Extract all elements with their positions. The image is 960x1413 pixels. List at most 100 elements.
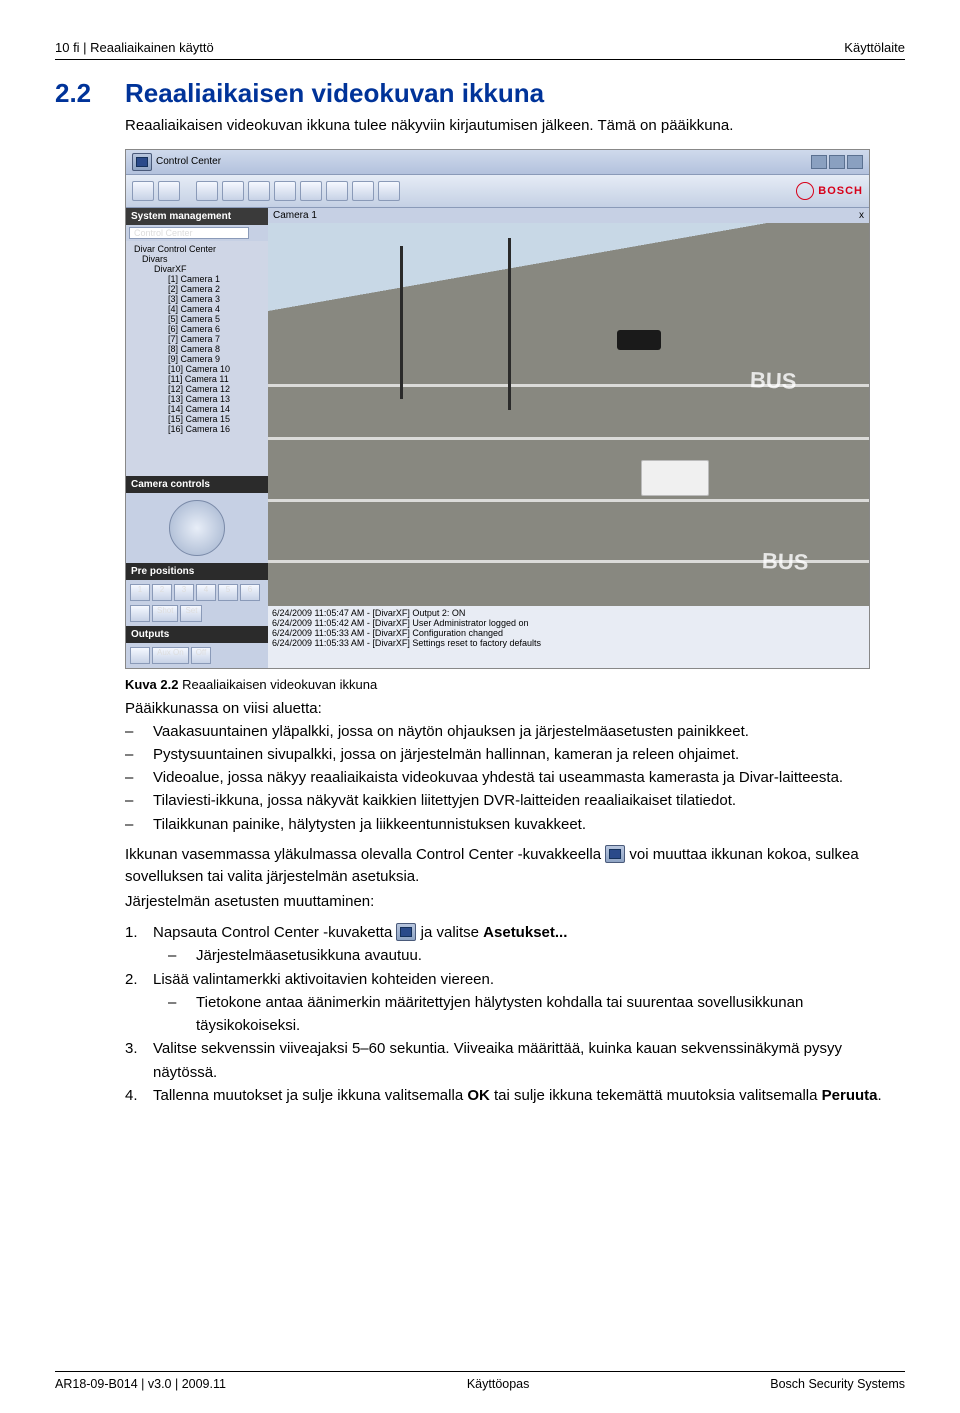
step-4: Tallenna muutokset ja sulje ikkuna valit… — [153, 1084, 882, 1107]
window-titlebar: Control Center — [126, 150, 869, 175]
toolbar-button[interactable] — [300, 181, 322, 201]
toolbar-button[interactable] — [274, 181, 296, 201]
preset-button[interactable]: 3 — [174, 584, 194, 601]
toolbar-button[interactable] — [248, 181, 270, 201]
log-line: 6/24/2009 11:05:42 AM - [DivarXF] User A… — [272, 618, 865, 628]
bosch-text: BOSCH — [818, 185, 863, 197]
tree-camera[interactable]: [5] Camera 5 — [128, 314, 266, 324]
toolbar-button[interactable] — [158, 181, 180, 201]
aux-on-button[interactable]: Aux On — [152, 647, 189, 664]
toolbar-button[interactable] — [196, 181, 218, 201]
ptz-panel — [126, 493, 268, 563]
app-screenshot: Control Center — [125, 149, 870, 669]
para-a: Ikkunan vasemmassa yläkulmassa olevalla … — [125, 846, 605, 863]
tree-camera[interactable]: [12] Camera 12 — [128, 384, 266, 394]
intro-paragraph: Reaaliaikaisen videokuvan ikkuna tulee n… — [125, 115, 905, 137]
tree-camera[interactable]: [7] Camera 7 — [128, 334, 266, 344]
log-line: 6/24/2009 11:05:33 AM - [DivarXF] Settin… — [272, 638, 865, 648]
footer-left: AR18-09-B014 | v3.0 | 2009.11 — [55, 1377, 226, 1391]
pre-positions-label: Pre positions — [126, 563, 268, 580]
close-button[interactable] — [847, 155, 863, 169]
tree-camera[interactable]: [2] Camera 2 — [128, 284, 266, 294]
bullet: Pystysuuntainen sivupalkki, jossa on jär… — [153, 743, 739, 766]
tree-camera[interactable]: [6] Camera 6 — [128, 324, 266, 334]
log-line: 6/24/2009 11:05:47 AM - [DivarXF] Output… — [272, 608, 865, 618]
step-2: Lisää valintamerkki aktivoitavien kohtei… — [153, 968, 494, 991]
camera-header: Camera 1 x — [268, 208, 869, 223]
log-line: 6/24/2009 11:05:33 AM - [DivarXF] Config… — [272, 628, 865, 638]
step-3: Valitse sekvenssin viiveajaksi 5–60 seku… — [153, 1037, 905, 1084]
preset-button[interactable]: 6 — [240, 584, 260, 601]
toolbar-button[interactable] — [352, 181, 374, 201]
tree-camera[interactable]: [13] Camera 13 — [128, 394, 266, 404]
window-title: Control Center — [156, 156, 221, 167]
step-2-sub: Tietokone antaa äänimerkin määritettyjen… — [196, 991, 905, 1038]
tree-camera[interactable]: [15] Camera 15 — [128, 414, 266, 424]
shot-button[interactable]: Shot — [152, 605, 178, 622]
tree-camera[interactable]: [1] Camera 1 — [128, 274, 266, 284]
tree-camera[interactable]: [8] Camera 8 — [128, 344, 266, 354]
tree-camera[interactable]: [14] Camera 14 — [128, 404, 266, 414]
tree-node[interactable]: DivarXF — [128, 264, 266, 274]
section-number: 2.2 — [55, 78, 125, 109]
preset-button[interactable]: 1 — [130, 584, 150, 601]
settings-header: Järjestelmän asetusten muuttaminen: — [125, 891, 905, 913]
control-center-icon — [605, 845, 625, 863]
preset-button[interactable]: 4 — [196, 584, 216, 601]
tree-camera[interactable]: [4] Camera 4 — [128, 304, 266, 314]
set-button[interactable]: Set — [180, 605, 202, 622]
road-marking: BUS — [750, 367, 797, 395]
tree-camera[interactable]: [3] Camera 3 — [128, 294, 266, 304]
figure-caption: Kuva 2.2 Reaaliaikaisen videokuvan ikkun… — [125, 677, 905, 692]
camera-title: Camera 1 — [273, 210, 317, 221]
toolbar-button[interactable] — [326, 181, 348, 201]
video-feed[interactable]: BUS BUS — [268, 223, 869, 606]
tree-camera[interactable]: [9] Camera 9 — [128, 354, 266, 364]
control-center-icon[interactable] — [132, 153, 152, 171]
bullet-list: –Vaakasuuntainen yläpalkki, jossa on näy… — [125, 720, 905, 836]
toolbar-button[interactable] — [378, 181, 400, 201]
toolbar-button[interactable] — [222, 181, 244, 201]
bullet: Tilaikkunan painike, hälytysten ja liikk… — [153, 813, 586, 836]
page-header: 10 fi | Reaaliaikainen käyttö Käyttölait… — [55, 40, 905, 60]
step-1-sub: Järjestelmäasetusikkuna avautuu. — [196, 944, 422, 967]
off-button[interactable]: Off — [191, 647, 212, 664]
ptz-joystick[interactable] — [169, 500, 225, 556]
numbered-steps: 1. Napsauta Control Center -kuvaketta ja… — [125, 921, 905, 1107]
camera-close-icon[interactable]: x — [859, 210, 864, 221]
control-center-icon — [396, 923, 416, 941]
tree-camera[interactable]: [16] Camera 16 — [128, 424, 266, 434]
minimize-button[interactable] — [811, 155, 827, 169]
preset-select[interactable] — [130, 605, 150, 622]
outputs-panel: Aux On Off — [126, 643, 268, 668]
tree-camera[interactable]: [11] Camera 11 — [128, 374, 266, 384]
bosch-icon — [796, 182, 814, 200]
brand-logo: BOSCH — [796, 182, 863, 200]
preset-panel: 1 2 3 4 5 6 Shot Set — [126, 580, 268, 626]
maximize-button[interactable] — [829, 155, 845, 169]
output-select[interactable] — [130, 647, 150, 664]
toolbar-button[interactable] — [132, 181, 154, 201]
figure-label: Kuva 2.2 — [125, 677, 178, 692]
step-1: Napsauta Control Center -kuvaketta ja va… — [153, 921, 567, 944]
tree-camera[interactable]: [10] Camera 10 — [128, 364, 266, 374]
status-log: 6/24/2009 11:05:47 AM - [DivarXF] Output… — [268, 606, 869, 668]
system-combo[interactable]: Control Center — [129, 227, 249, 239]
camera-controls-label: Camera controls — [126, 476, 268, 493]
left-sidebar: System management Control Center Divar C… — [126, 208, 268, 668]
outputs-label: Outputs — [126, 626, 268, 643]
footer-center: Käyttöopas — [467, 1377, 530, 1391]
top-toolbar: BOSCH — [126, 175, 869, 208]
footer-right: Bosch Security Systems — [770, 1377, 905, 1391]
tree-node[interactable]: Divars — [128, 254, 266, 264]
page-footer: AR18-09-B014 | v3.0 | 2009.11 Käyttöopas… — [55, 1371, 905, 1391]
paaikkuna-text: Pääikkunassa on viisi aluetta: — [125, 698, 905, 720]
preset-button[interactable]: 2 — [152, 584, 172, 601]
figure-caption-text: Reaaliaikaisen videokuvan ikkuna — [182, 677, 377, 692]
camera-tree[interactable]: Divar Control Center Divars DivarXF [1] … — [126, 241, 268, 476]
control-center-para: Ikkunan vasemmassa yläkulmassa olevalla … — [125, 844, 905, 888]
tree-node[interactable]: Divar Control Center — [128, 244, 266, 254]
header-left: 10 fi | Reaaliaikainen käyttö — [55, 40, 214, 55]
bullet: Videoalue, jossa näkyy reaaliaikaista vi… — [153, 766, 843, 789]
preset-button[interactable]: 5 — [218, 584, 238, 601]
